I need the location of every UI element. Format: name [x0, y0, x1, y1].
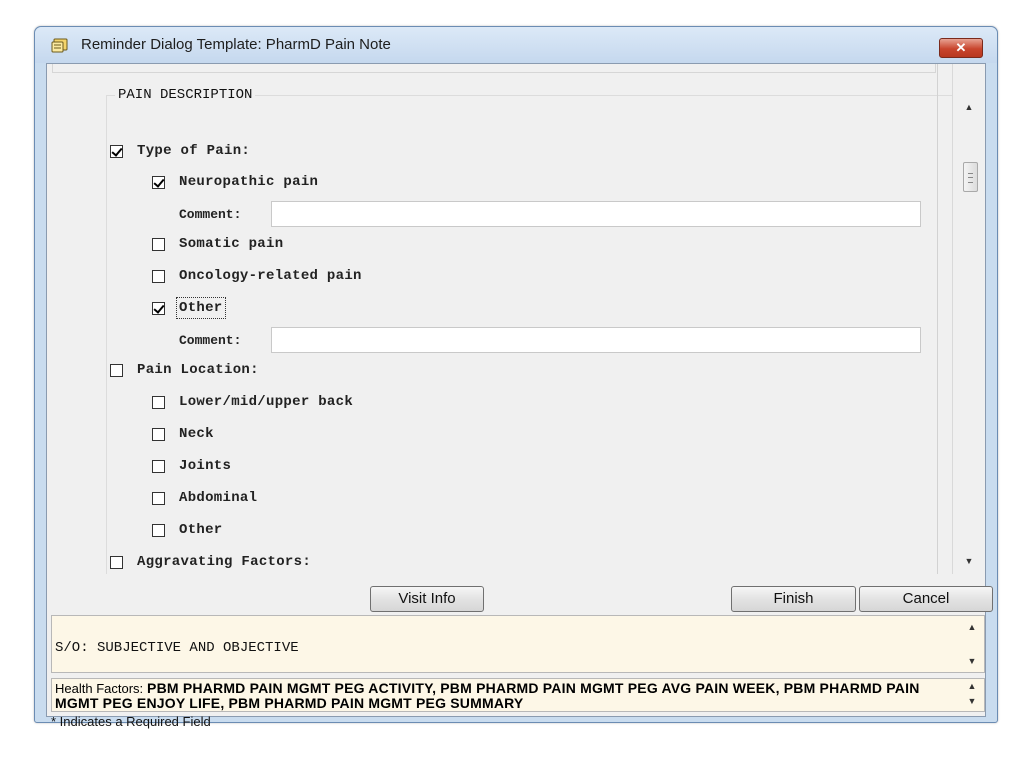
item-label: Neuropathic pain — [179, 174, 319, 190]
checkbox[interactable] — [152, 459, 165, 473]
checkbox[interactable] — [152, 395, 165, 409]
health-factors-label: Health Factors: — [55, 681, 144, 696]
scrollbar-thumb[interactable] — [963, 162, 978, 192]
comment-label: Comment: — [179, 332, 242, 348]
health-factors-value: PBM PHARMD PAIN MGMT PEG ACTIVITY, PBM P… — [55, 680, 920, 711]
item-abdominal[interactable]: Abdominal — [152, 488, 257, 508]
reminder-elements-pane: PAIN DESCRIPTION Type of Pain: Neuropath… — [47, 64, 985, 574]
checkbox[interactable] — [110, 555, 123, 569]
close-button[interactable]: ✕ — [939, 38, 983, 58]
scroll-down-icon[interactable]: ▼ — [953, 556, 985, 566]
button-bar: Visit Info Finish Cancel — [47, 576, 993, 614]
scroll-up-icon[interactable]: ▲ — [960, 681, 984, 691]
comment-row-other: Comment: — [179, 327, 921, 353]
required-field-note: * Indicates a Required Field — [51, 714, 211, 729]
item-label: Neck — [179, 426, 214, 442]
comment-input-other[interactable] — [271, 327, 921, 353]
comment-input-neuropathic[interactable] — [271, 201, 921, 227]
item-other-type[interactable]: Other — [152, 297, 226, 319]
checkbox[interactable] — [152, 237, 165, 251]
close-icon: ✕ — [955, 40, 967, 55]
item-somatic-pain[interactable]: Somatic pain — [152, 234, 283, 254]
item-label: Other — [176, 297, 226, 319]
elements-scrollbar[interactable]: ▲ ▼ — [952, 64, 985, 574]
item-oncology-related-pain[interactable]: Oncology-related pain — [152, 266, 362, 286]
item-label: Abdominal — [179, 490, 258, 506]
item-other-location[interactable]: Other — [152, 520, 223, 540]
item-label: Joints — [179, 458, 232, 474]
health-factors-pane[interactable]: Health Factors: PBM PHARMD PAIN MGMT PEG… — [51, 678, 985, 712]
finish-button[interactable]: Finish — [731, 586, 856, 612]
item-neck[interactable]: Neck — [152, 424, 214, 444]
note-icon — [51, 38, 68, 53]
item-joints[interactable]: Joints — [152, 456, 231, 476]
item-pain-location[interactable]: Pain Location: — [110, 360, 259, 380]
item-label: Type of Pain: — [137, 143, 251, 159]
checkbox[interactable] — [152, 427, 165, 441]
title-bar[interactable]: Reminder Dialog Template: PharmD Pain No… — [35, 27, 997, 63]
comment-label: Comment: — [179, 206, 242, 222]
item-label: Oncology-related pain — [179, 268, 362, 284]
reminder-dialog-window: Reminder Dialog Template: PharmD Pain No… — [34, 26, 998, 729]
item-neuropathic-pain[interactable]: Neuropathic pain — [152, 172, 318, 192]
group-caption: PAIN DESCRIPTION — [115, 87, 256, 103]
comment-row-neuropathic: Comment: — [179, 201, 921, 227]
checkbox[interactable] — [152, 301, 165, 315]
health-factors-scrollbar[interactable]: ▲ ▼ — [960, 679, 984, 711]
grip-icon — [968, 173, 973, 183]
checkbox[interactable] — [152, 175, 165, 189]
note-preview-pane[interactable]: S/O: SUBJECTIVE AND OBJECTIVE ▲ ▼ — [51, 615, 985, 673]
scroll-up-icon[interactable]: ▲ — [953, 102, 985, 112]
dialog-client-area: PAIN DESCRIPTION Type of Pain: Neuropath… — [46, 63, 993, 729]
item-aggravating-factors[interactable]: Aggravating Factors: — [110, 552, 311, 572]
checkbox[interactable] — [110, 144, 123, 158]
item-label: Lower/mid/upper back — [179, 394, 354, 410]
scroll-up-icon[interactable]: ▲ — [960, 622, 984, 632]
checkbox[interactable] — [152, 269, 165, 283]
scroll-down-icon[interactable]: ▼ — [960, 696, 984, 706]
item-label: Aggravating Factors: — [137, 554, 312, 570]
scroll-down-icon[interactable]: ▼ — [960, 656, 984, 666]
item-label: Other — [179, 522, 223, 538]
preview-scrollbar[interactable]: ▲ ▼ — [960, 616, 984, 672]
window-title: Reminder Dialog Template: PharmD Pain No… — [81, 36, 391, 53]
item-label: Somatic pain — [179, 236, 284, 252]
item-lower-mid-upper-back[interactable]: Lower/mid/upper back — [152, 392, 353, 412]
previous-group-border — [52, 64, 936, 73]
cancel-button[interactable]: Cancel — [859, 586, 993, 612]
visit-info-button[interactable]: Visit Info — [370, 586, 484, 612]
inner-border — [937, 64, 938, 574]
item-type-of-pain[interactable]: Type of Pain: — [110, 141, 250, 161]
checkbox[interactable] — [110, 363, 123, 377]
item-label: Pain Location: — [137, 362, 259, 378]
checkbox[interactable] — [152, 491, 165, 505]
checkbox[interactable] — [152, 523, 165, 537]
note-preview-text: S/O: SUBJECTIVE AND OBJECTIVE — [55, 640, 299, 656]
health-factors-text: Health Factors: PBM PHARMD PAIN MGMT PEG… — [55, 681, 935, 711]
